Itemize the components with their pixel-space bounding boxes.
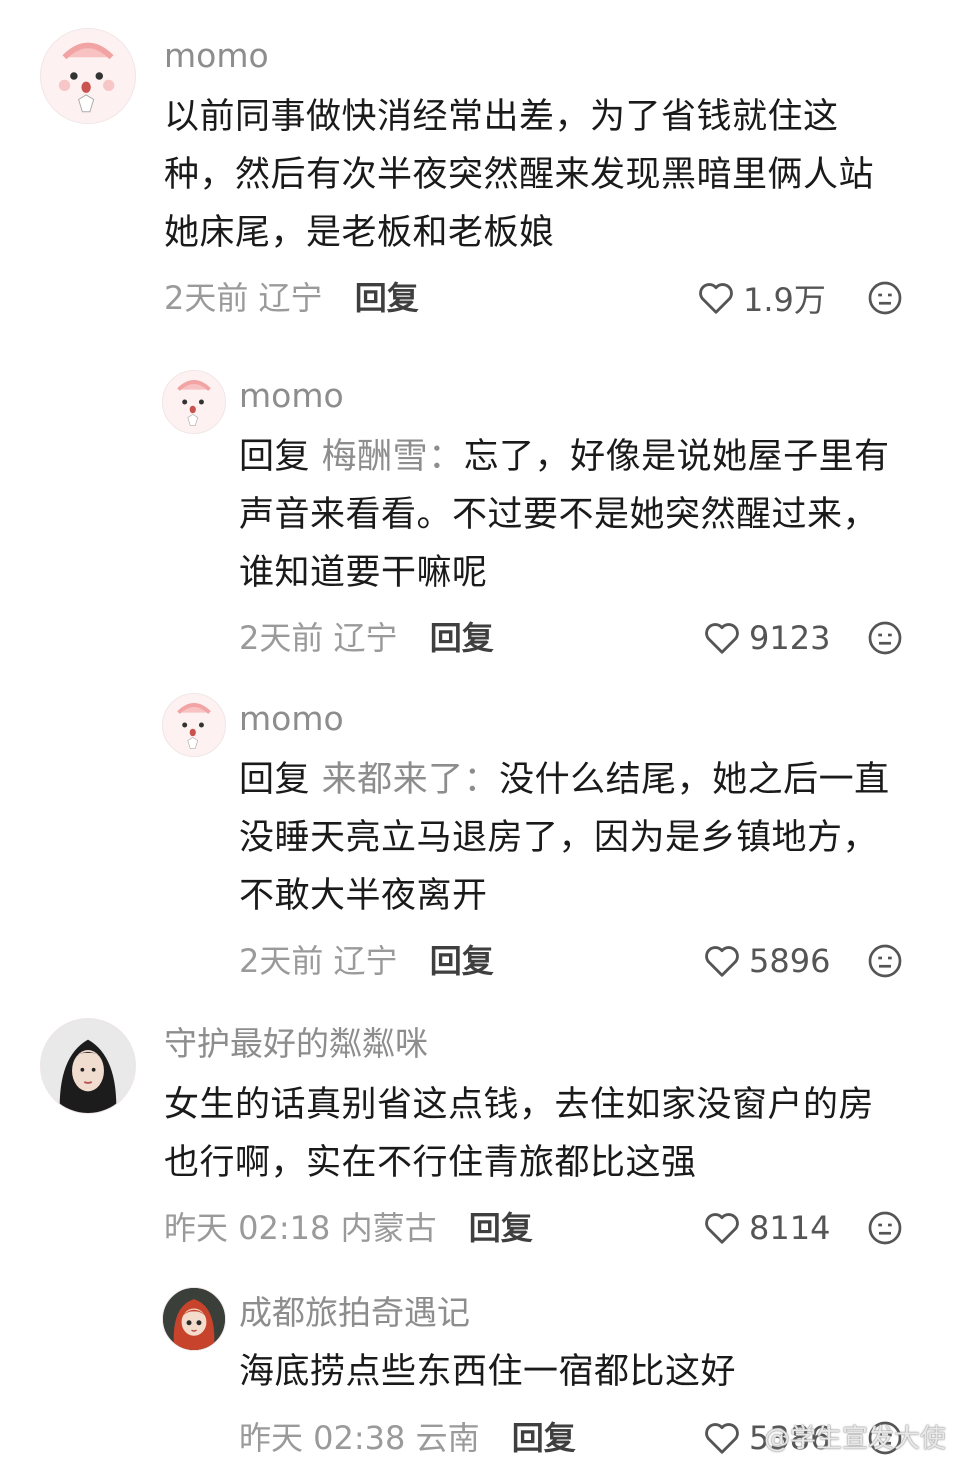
heart-outline-icon (705, 1423, 739, 1454)
avatar[interactable] (40, 28, 136, 124)
username[interactable]: 成都旅拍奇遇记 (239, 1293, 470, 1333)
location: 云南 (415, 1419, 480, 1457)
like-button[interactable]: 9123 (703, 618, 830, 658)
comment-meta: 2天前 辽宁 回复 (239, 618, 494, 658)
comment-meta: 昨天 02:38 云南 回复 (239, 1418, 576, 1458)
like-count: 8114 (749, 1209, 831, 1247)
reply-button[interactable]: 回复 (430, 619, 494, 657)
meh-face-icon[interactable] (867, 1210, 903, 1246)
comment-text: 女生的话真别省这点钱，去住如家没窗户的房也行啊，实在不行住青旅都比这强 (164, 1085, 875, 1183)
comment-text: 回复 梅酬雪：忘了，好像是说她屋子里有声音来看看。不过要不是她突然醒过来，谁知道… (239, 428, 909, 602)
girl-avatar-icon (41, 1019, 135, 1113)
reply-to-user[interactable]: 梅酬雪： (322, 437, 464, 477)
avatar[interactable] (162, 370, 226, 434)
heart-outline-icon (705, 1213, 739, 1244)
meh-face-icon[interactable] (867, 280, 903, 316)
avatar[interactable] (162, 1287, 226, 1351)
like-button[interactable]: 1.9万 (697, 278, 826, 319)
reply-to-user[interactable]: 来都来了： (322, 760, 500, 800)
reply-button[interactable]: 回复 (430, 942, 494, 980)
comment-meta: 2天前 辽宁 回复 (164, 278, 419, 318)
username[interactable]: momo (239, 376, 344, 416)
username[interactable]: 守护最好的粼粼咪 (164, 1024, 428, 1064)
timestamp: 2天前 (239, 619, 324, 657)
watermark: @学生宣发大使 (763, 1424, 946, 1454)
reply-button[interactable]: 回复 (469, 1209, 533, 1247)
comment-text: 以前同事做快消经常出差，为了省钱就住这种，然后有次半夜突然醒来发现黑暗里俩人站她… (164, 97, 875, 253)
reply-prefix: 回复 (239, 760, 311, 800)
like-count: 9123 (749, 619, 831, 657)
reply-prefix: 回复 (239, 437, 311, 477)
cartoon-girl-avatar-icon (163, 1288, 225, 1350)
timestamp: 昨天 02:38 (239, 1419, 406, 1457)
like-button[interactable]: 8114 (703, 1208, 830, 1248)
like-button[interactable]: 5896 (703, 941, 830, 981)
like-count: 5896 (749, 942, 831, 980)
avatar[interactable] (40, 1018, 136, 1114)
like-count: 1.9万 (743, 281, 826, 319)
comment-text: 回复 来都来了：没什么结尾，她之后一直没睡天亮立马退房了，因为是乡镇地方，不敢大… (239, 751, 909, 925)
timestamp: 昨天 02:18 (164, 1209, 331, 1247)
momo-avatar-icon (163, 371, 225, 433)
meh-face-icon[interactable] (867, 943, 903, 979)
reply-button[interactable]: 回复 (512, 1419, 576, 1457)
comment-meta: 2天前 辽宁 回复 (239, 941, 494, 981)
timestamp: 2天前 (164, 279, 249, 317)
username[interactable]: momo (239, 699, 344, 739)
heart-outline-icon (705, 946, 739, 977)
username[interactable]: momo (164, 36, 269, 76)
heart-outline-icon (699, 283, 733, 314)
comment-meta: 昨天 02:18 内蒙古 回复 (164, 1208, 533, 1248)
location: 辽宁 (333, 942, 398, 980)
location: 辽宁 (258, 279, 323, 317)
timestamp: 2天前 (239, 942, 324, 980)
reply-button[interactable]: 回复 (355, 279, 419, 317)
location: 辽宁 (333, 619, 398, 657)
location: 内蒙古 (340, 1209, 437, 1247)
avatar[interactable] (162, 693, 226, 757)
momo-avatar-icon (163, 694, 225, 756)
meh-face-icon[interactable] (867, 620, 903, 656)
comment-text: 海底捞点些东西住一宿都比这好 (239, 1352, 737, 1392)
heart-outline-icon (705, 623, 739, 654)
momo-avatar-icon (41, 29, 135, 123)
